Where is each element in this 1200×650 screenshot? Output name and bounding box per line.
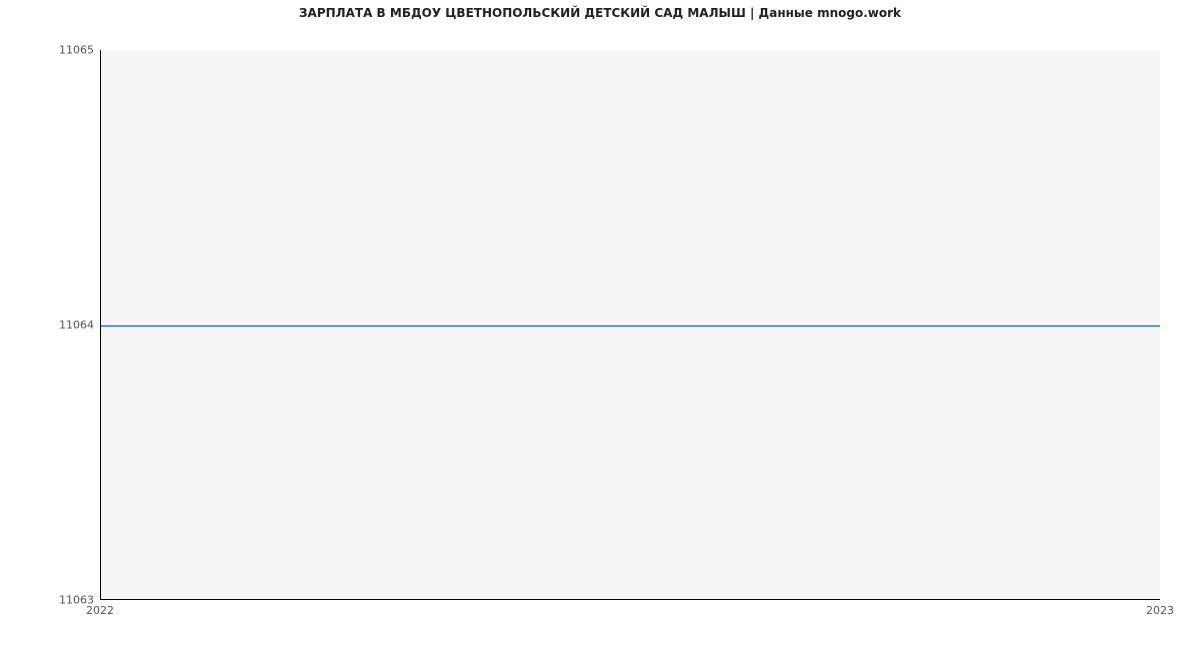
salary-line-chart: ЗАРПЛАТА В МБДОУ ЦВЕТНОПОЛЬСКИЙ ДЕТСКИЙ … <box>0 0 1200 650</box>
x-tick-label: 2022 <box>86 604 114 617</box>
gridline-y <box>101 50 1160 51</box>
chart-title: ЗАРПЛАТА В МБДОУ ЦВЕТНОПОЛЬСКИЙ ДЕТСКИЙ … <box>0 6 1200 20</box>
plot-area <box>100 50 1160 600</box>
series-line-salary <box>101 325 1160 327</box>
y-tick-label: 11065 <box>59 44 94 57</box>
x-tick-label: 2023 <box>1146 604 1174 617</box>
y-tick-label: 11064 <box>59 319 94 332</box>
